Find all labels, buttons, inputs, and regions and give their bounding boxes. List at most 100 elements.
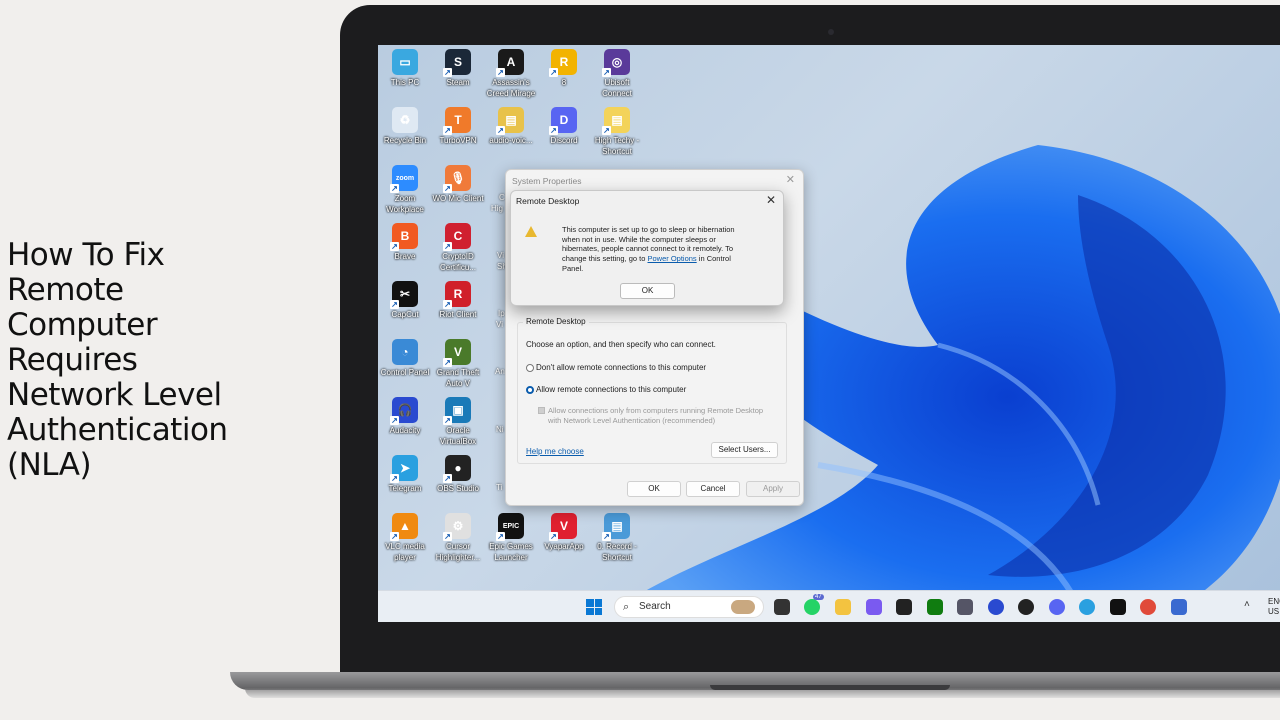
search-box[interactable]: ⌕ Search xyxy=(614,596,764,618)
desktop-icon[interactable]: ▤ ↗ audio-voic... xyxy=(484,107,538,146)
icon-label: CryptoID Certificu... xyxy=(439,252,476,272)
remote-desktop-dialog: Remote Desktop ✕ This computer is set up… xyxy=(510,190,784,306)
desktop-icon[interactable]: ⚙ ↗ Cursor Highlighter... xyxy=(431,513,485,563)
chrome-taskbar-icon[interactable] xyxy=(1140,599,1156,615)
desktop-icon[interactable]: EPIC ↗ Epic Games Launcher xyxy=(484,513,538,563)
shortcut-arrow-icon: ↗ xyxy=(443,242,452,251)
laptop-notch xyxy=(710,685,950,690)
shortcut-arrow-icon: ↗ xyxy=(602,68,611,77)
apply-button[interactable]: Apply xyxy=(746,481,800,497)
icon-label: Grand Theft Auto V xyxy=(436,368,480,388)
ok-button[interactable]: OK xyxy=(627,481,681,497)
desktop-icon[interactable]: ➤ ↗ Telegram xyxy=(378,455,432,494)
icon-label: Audacity xyxy=(389,426,421,435)
desktop-icon[interactable]: 🎧 ↗ Audacity xyxy=(378,397,432,436)
shortcut-arrow-icon: ↗ xyxy=(390,416,399,425)
desktop-icon[interactable]: T ↗ TurboVPN xyxy=(431,107,485,146)
app-icon: ▤ ↗ xyxy=(602,107,630,135)
app-icon: R ↗ xyxy=(443,281,471,309)
start-button[interactable] xyxy=(586,599,602,615)
telegram-taskbar-icon[interactable] xyxy=(1079,599,1095,615)
icon-label: Cursor Highlighter... xyxy=(435,542,481,562)
dialog-ok-button[interactable]: OK xyxy=(620,283,675,299)
shortcut-arrow-icon: ↗ xyxy=(443,358,452,367)
app-icon: B ↗ xyxy=(390,223,418,251)
close-icon[interactable]: ✕ xyxy=(786,173,795,186)
desktop-icon[interactable]: ▤ ↗ 0. Record - Shortcut xyxy=(590,513,644,563)
desktop-icon[interactable]: zoom ↗ Zoom Workplace xyxy=(378,165,432,215)
radio-allow-label[interactable]: Allow remote connections to this compute… xyxy=(536,385,686,394)
desktop-icon[interactable]: ♻ Recycle Bin xyxy=(378,107,432,146)
task-view-taskbar-icon[interactable] xyxy=(774,599,790,615)
icon-label: 8 xyxy=(561,78,567,87)
shortcut-arrow-icon: ↗ xyxy=(390,184,399,193)
desktop-icon[interactable]: V ↗ VyaparApp xyxy=(537,513,591,552)
capcut-taskbar-icon[interactable] xyxy=(1110,599,1126,615)
shortcut-arrow-icon: ↗ xyxy=(443,184,452,193)
partial-label: Ip xyxy=(498,309,505,318)
shortcut-arrow-icon: ↗ xyxy=(496,68,505,77)
remote-desktop-taskbar-icon[interactable] xyxy=(1171,599,1187,615)
app-icon: ▤ ↗ xyxy=(602,513,630,541)
app-icon: zoom ↗ xyxy=(390,165,418,193)
icon-label: Riot Client xyxy=(439,310,477,319)
close-icon[interactable]: ✕ xyxy=(766,193,776,207)
desktop-icon[interactable]: ▤ ↗ High Techy - Shortcut xyxy=(590,107,644,157)
desktop-icon[interactable]: C ↗ CryptoID Certificu... xyxy=(431,223,485,273)
chevron-up-icon[interactable]: ˄ xyxy=(1244,599,1250,610)
desktop-icon[interactable]: A ↗ Assassin's Creed Mirage xyxy=(484,49,538,99)
icon-label: Control Panel xyxy=(380,368,430,377)
desktop-icon[interactable]: ▣ ↗ Oracle VirtualBox xyxy=(431,397,485,447)
dialog-title: Remote Desktop xyxy=(516,196,580,206)
help-me-choose-link[interactable]: Help me choose xyxy=(526,447,584,456)
desktop-icon[interactable]: ◔ Control Panel xyxy=(378,339,432,378)
app-icon: T ↗ xyxy=(443,107,471,135)
xbox-taskbar-icon[interactable] xyxy=(927,599,943,615)
search-highlight-icon xyxy=(731,600,755,614)
app-icon: ♻ xyxy=(392,107,418,133)
shortcut-arrow-icon: ↗ xyxy=(390,242,399,251)
icon-label: Epic Games Launcher xyxy=(489,542,533,562)
language-indicator[interactable]: ENGUS xyxy=(1268,597,1280,617)
shortcut-arrow-icon: ↗ xyxy=(549,126,558,135)
partial-label: Vi xyxy=(496,320,503,329)
icon-label: Steam xyxy=(446,78,470,87)
nla-checkbox[interactable] xyxy=(538,407,545,414)
radio-deny-label[interactable]: Don't allow remote connections to this c… xyxy=(536,363,706,372)
partial-label: Ti xyxy=(496,483,503,492)
whatsapp-taskbar-icon[interactable] xyxy=(804,599,820,615)
radio-deny[interactable] xyxy=(526,364,534,372)
search-icon: ⌕ xyxy=(623,601,630,613)
calculator-taskbar-icon[interactable] xyxy=(957,599,973,615)
discord-taskbar-icon[interactable] xyxy=(1049,599,1065,615)
sticky-notes-taskbar-icon[interactable] xyxy=(896,599,912,615)
app-icon: ⚙ ↗ xyxy=(443,513,471,541)
cancel-button[interactable]: Cancel xyxy=(686,481,740,497)
icon-label: Zoom Workplace xyxy=(386,194,424,214)
file-explorer-taskbar-icon[interactable] xyxy=(835,599,851,615)
desktop-icon[interactable]: 🎙 ↗ WO Mic Client xyxy=(431,165,485,204)
select-users-button[interactable]: Select Users... xyxy=(711,442,778,458)
icon-label: VyaparApp xyxy=(544,542,584,551)
shortcut-arrow-icon: ↗ xyxy=(443,532,452,541)
desktop-icon[interactable]: ▲ ↗ VLC media player xyxy=(378,513,432,563)
copilot-taskbar-icon[interactable] xyxy=(866,599,882,615)
app-icon: ✂ ↗ xyxy=(390,281,418,309)
desktop-icon[interactable]: D ↗ Discord xyxy=(537,107,591,146)
desktop-icon[interactable]: ◎ ↗ Ubisoft Connect xyxy=(590,49,644,99)
audacity-taskbar-icon[interactable] xyxy=(988,599,1004,615)
shortcut-arrow-icon: ↗ xyxy=(390,532,399,541)
desktop-icon[interactable]: V ↗ Grand Theft Auto V xyxy=(431,339,485,389)
radio-allow[interactable] xyxy=(526,386,534,394)
desktop-icon[interactable]: ▭ This PC xyxy=(378,49,432,88)
desktop-icon[interactable]: S ↗ Steam xyxy=(431,49,485,88)
desktop-icon[interactable]: R ↗ Riot Client xyxy=(431,281,485,320)
desktop-icon[interactable]: ● ↗ OBS Studio xyxy=(431,455,485,494)
app-icon: 🎧 ↗ xyxy=(390,397,418,425)
obs-studio-taskbar-icon[interactable] xyxy=(1018,599,1034,615)
desktop-icon[interactable]: ✂ ↗ CapCut xyxy=(378,281,432,320)
power-options-link[interactable]: Power Options xyxy=(647,254,696,263)
icon-label: Discord xyxy=(550,136,578,145)
desktop-icon[interactable]: B ↗ Brave xyxy=(378,223,432,262)
desktop-icon[interactable]: R ↗ 8 xyxy=(537,49,591,88)
